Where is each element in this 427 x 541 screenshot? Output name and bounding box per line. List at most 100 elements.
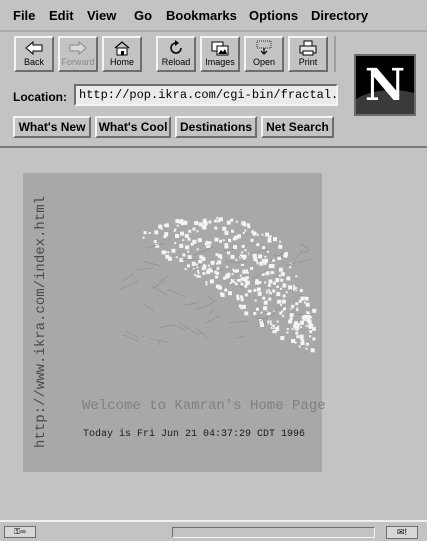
menu-options[interactable]: Options <box>249 8 298 23</box>
fractal-dot <box>283 252 288 257</box>
fractal-dot <box>295 302 299 306</box>
fractal-dot <box>241 221 246 226</box>
fractal-dot <box>296 335 300 339</box>
fractal-dot <box>279 240 282 243</box>
fractal-dot <box>261 233 264 236</box>
destinations-button[interactable]: Destinations <box>175 116 257 138</box>
fractal-line <box>191 331 200 336</box>
fractal-dot <box>250 238 254 242</box>
print-button[interactable]: Print <box>288 36 328 72</box>
fractal-dot <box>310 348 315 353</box>
fractal-dot <box>228 238 231 242</box>
fractal-dot <box>244 229 247 232</box>
fractal-dot <box>187 237 191 241</box>
fractal-dot <box>275 278 280 283</box>
fractal-dot <box>231 229 234 233</box>
fractal-dot <box>268 297 272 301</box>
fractal-dot <box>233 245 237 250</box>
fractal-dot <box>230 254 235 259</box>
menu-view[interactable]: View <box>87 8 116 23</box>
menu-directory[interactable]: Directory <box>311 8 368 23</box>
menu-go[interactable]: Go <box>134 8 152 23</box>
fractal-dot <box>253 312 257 315</box>
fractal-dot <box>232 237 236 241</box>
fractal-dot <box>270 324 275 329</box>
fractal-dot <box>171 248 176 253</box>
home-label: Home <box>109 57 134 67</box>
fractal-dot <box>291 327 294 330</box>
location-input[interactable]: http://pop.ikra.com/cgi-bin/fractal.cg <box>74 84 338 106</box>
fractal-dot <box>220 257 223 260</box>
fractal-line <box>123 273 134 282</box>
fractal-dot <box>179 243 184 248</box>
net-search-button[interactable]: Net Search <box>261 116 334 138</box>
fractal-dot <box>219 239 223 243</box>
mail-icon[interactable]: ✉! <box>386 526 418 539</box>
fractal-dot <box>222 239 225 242</box>
open-label: Open <box>252 57 276 67</box>
fractal-dot <box>175 219 180 224</box>
fractal-dot <box>290 306 294 310</box>
fractal-dot <box>226 220 231 225</box>
fractal-dot <box>240 298 244 302</box>
fractal-dot <box>291 339 296 343</box>
fractal-dot <box>218 285 222 290</box>
fractal-dot <box>304 296 309 301</box>
fractal-line <box>151 285 167 296</box>
fractal-dot <box>167 251 170 254</box>
date-text: Today is Fri Jun 21 04:37:29 CDT 1996 <box>83 429 306 440</box>
fractal-dot <box>179 258 184 263</box>
fractal-dot <box>262 246 266 250</box>
fractal-dot <box>277 299 282 304</box>
fractal-dot <box>222 226 227 231</box>
fractal-dot <box>230 218 234 222</box>
fractal-dot <box>256 287 261 292</box>
side-url-text: http://www.ikra.com/index.html <box>33 195 49 448</box>
fractal-line <box>179 322 194 333</box>
fractal-line <box>296 251 303 258</box>
home-button[interactable]: Home <box>102 36 142 72</box>
fractal-dot <box>153 240 157 243</box>
security-key-icon[interactable]: ⚿∞ <box>4 526 36 538</box>
fractal-dot <box>257 291 262 296</box>
open-icon <box>256 40 272 55</box>
status-bar: ⚿∞ ✉! <box>0 520 427 541</box>
fractal-dot <box>197 269 200 272</box>
fractal-dot <box>273 330 277 334</box>
fractal-dot <box>282 315 285 318</box>
fractal-line <box>146 243 165 249</box>
menu-file[interactable]: File <box>13 8 35 23</box>
fractal-dot <box>304 301 307 304</box>
fractal-dot <box>280 278 284 282</box>
fractal-dot <box>236 294 240 298</box>
fractal-dot <box>224 288 228 292</box>
fractal-dot <box>296 307 299 310</box>
fractal-dot <box>278 274 281 277</box>
whats-cool-button[interactable]: What's Cool <box>95 116 171 138</box>
images-button[interactable]: Images <box>200 36 240 72</box>
fractal-dot <box>280 272 285 277</box>
welcome-text: Welcome to Kamran's Home Page <box>82 398 326 414</box>
netscape-logo[interactable]: N <box>354 54 416 116</box>
menu-edit[interactable]: Edit <box>49 8 74 23</box>
fractal-dot <box>268 279 273 284</box>
fractal-dot <box>175 234 179 238</box>
fractal-dot <box>224 230 229 235</box>
fractal-line <box>248 249 269 254</box>
fractal-dot <box>164 223 169 228</box>
fractal-dot <box>226 265 229 268</box>
fractal-dot <box>294 341 297 344</box>
fractal-dot <box>283 307 286 311</box>
fractal-line <box>223 248 236 251</box>
fractal-dot <box>207 264 210 267</box>
reload-button[interactable]: Reload <box>156 36 196 72</box>
fractal-dot <box>272 289 276 293</box>
fractal-dot <box>240 277 244 281</box>
menu-bookmarks[interactable]: Bookmarks <box>166 8 237 23</box>
fractal-dot <box>241 304 246 309</box>
open-button[interactable]: Open <box>244 36 284 72</box>
forward-button[interactable]: Forward <box>58 36 98 72</box>
fractal-dot <box>148 232 151 234</box>
whats-new-button[interactable]: What's New <box>13 116 91 138</box>
back-button[interactable]: Back <box>14 36 54 72</box>
